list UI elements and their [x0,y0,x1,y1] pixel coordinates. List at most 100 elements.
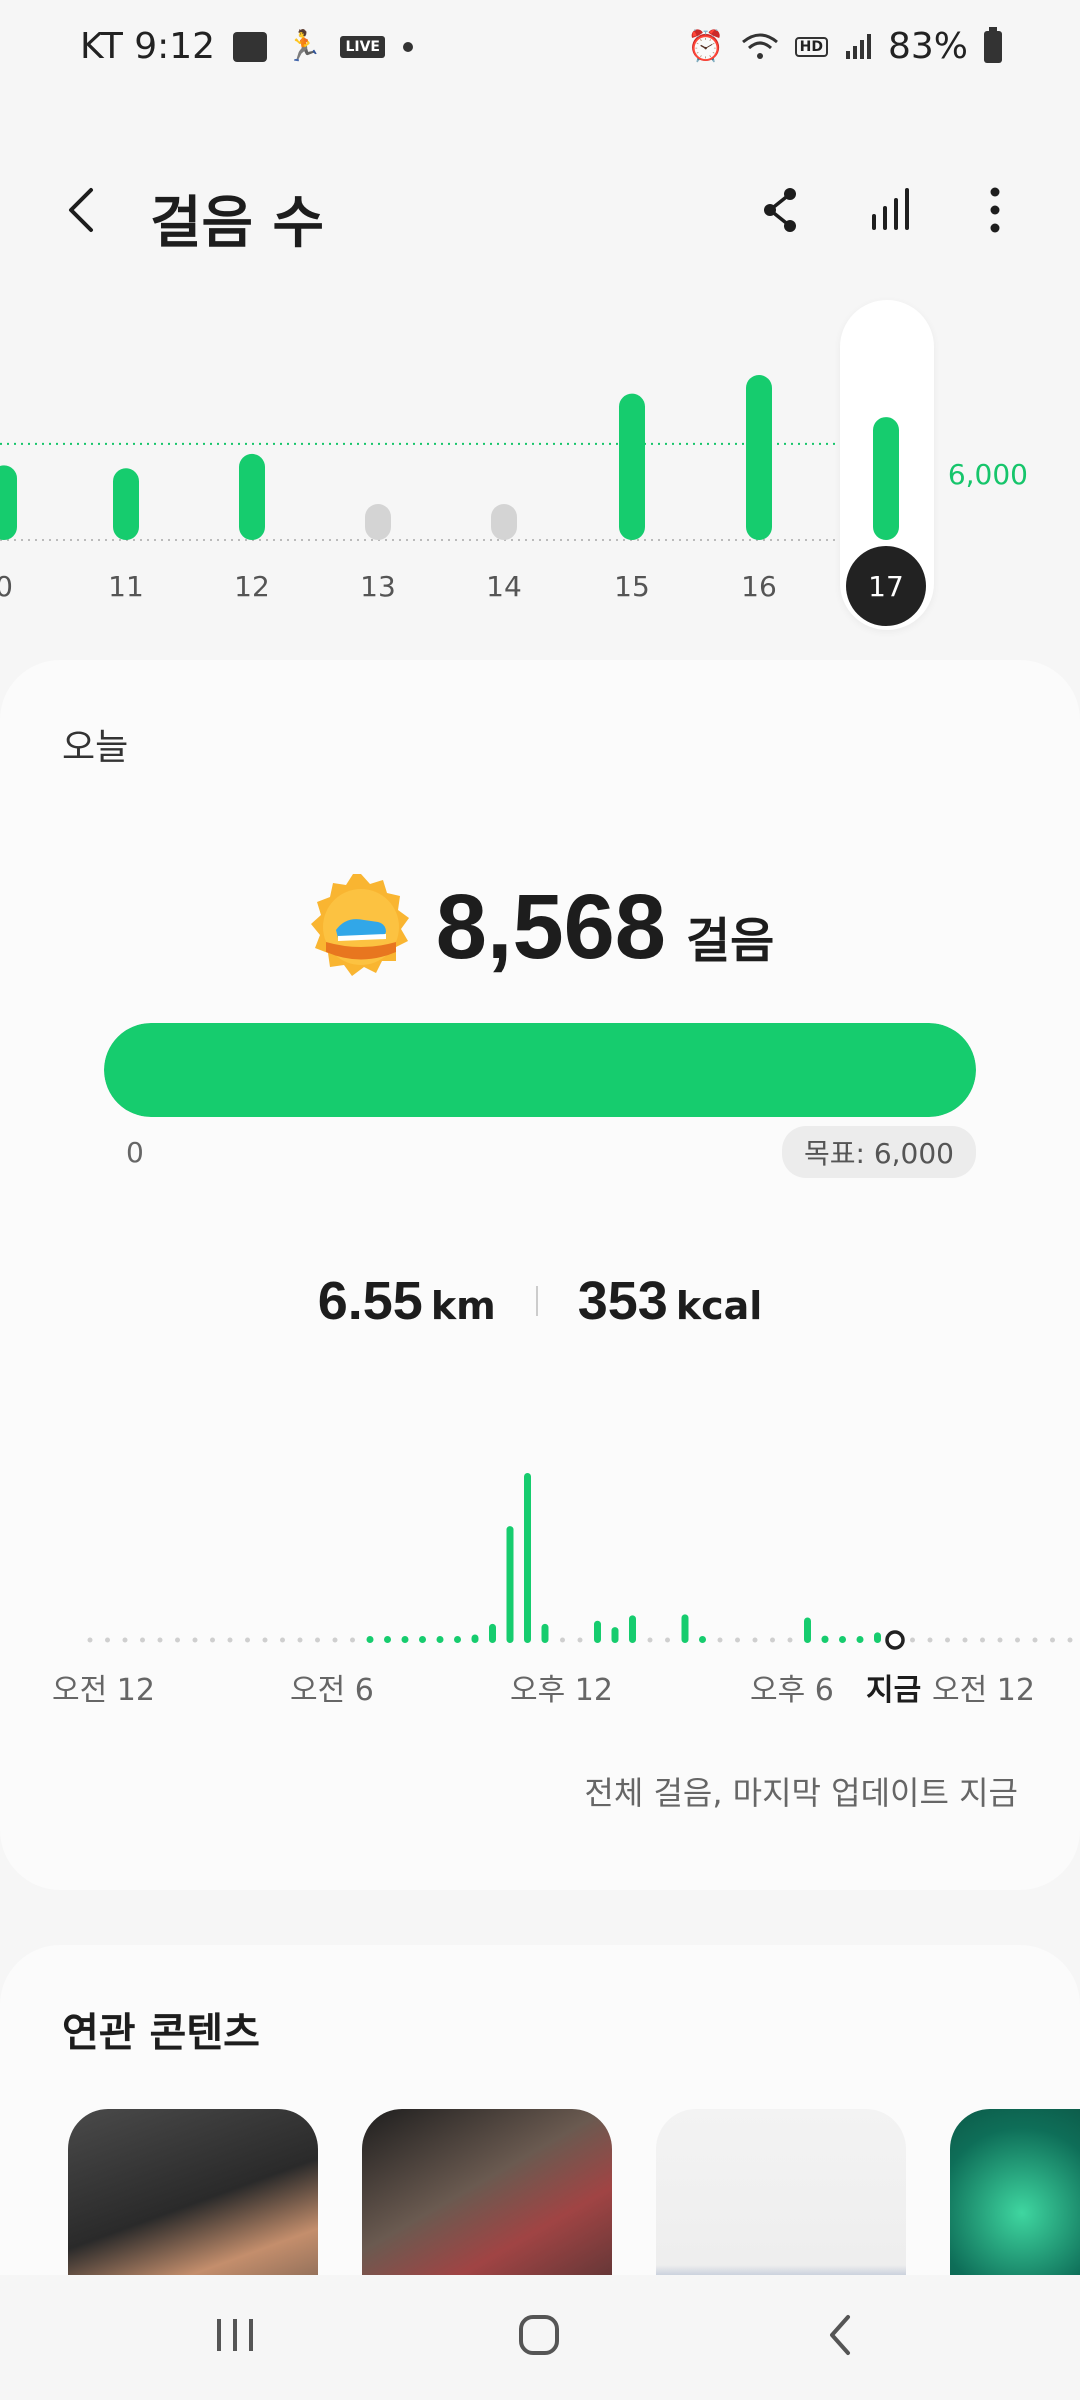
hourly-bar [681,1614,689,1643]
metrics-row: 6.55 km 353 kcal [0,1270,1080,1332]
week-bar [619,393,645,540]
empty-slot-dot [997,1637,1003,1643]
week-day-label: 17 [868,570,904,603]
week-day-label: 12 [234,570,270,603]
axis-label: 오전 12 [932,1673,1035,1708]
hourly-bar [506,1526,514,1643]
hourly-bar [489,1623,496,1643]
more-vertical-icon [990,187,1000,233]
distance-value: 6.55 [317,1271,423,1331]
app-header: 걸음 수 [0,160,1080,260]
week-day-label: 11 [108,570,144,603]
empty-slot-dot [280,1637,285,1643]
back-button[interactable] [55,180,115,240]
empty-slot-dot [770,1637,775,1643]
empty-slot-dot [157,1637,163,1643]
hourly-bar [611,1627,619,1643]
back-nav-button[interactable] [806,2305,876,2365]
week-day-label: 0 [0,570,13,603]
signal-icon [845,33,871,59]
alarm-icon: ⏰ [687,29,725,64]
more-button[interactable] [965,180,1025,240]
empty-slot-dot [735,1637,740,1643]
week-day-label: 14 [486,570,522,603]
hourly-bar [524,1473,531,1643]
empty-slot-dot [105,1637,110,1643]
empty-slot-dot [262,1637,268,1643]
related-thumbnail-3[interactable] [656,2109,906,2275]
week-bar [491,504,517,540]
last-update-text: 전체 걸음, 마지막 업데이트 지금 [584,1774,1018,1812]
week-day-label: 15 [614,570,650,603]
hourly-bar [384,1636,391,1643]
home-button[interactable] [504,2305,574,2365]
calories-metric: 353 kcal [578,1270,763,1332]
empty-slot-dot [315,1637,320,1643]
bar-chart-icon [872,188,909,230]
samsung-health-icon: 🏃 [285,29,323,64]
empty-slot-dot [717,1637,723,1643]
distance-unit: km [430,1284,496,1328]
empty-slot-dot [665,1637,670,1643]
axis-label: 오후 12 [510,1673,613,1708]
empty-slot-dot [175,1637,180,1643]
week-bar [365,504,391,540]
empty-slot-dot [962,1637,968,1643]
empty-slot-dot [332,1637,338,1643]
recent-apps-button[interactable] [200,2305,270,2365]
system-nav-bar [0,2275,1080,2400]
empty-slot-dot [1015,1637,1020,1643]
hd-voice-icon: HD [794,36,828,57]
week-day-label: 16 [741,570,777,603]
calories-value: 353 [577,1271,668,1331]
empty-slot-dot [122,1637,128,1643]
back-icon [69,188,93,232]
share-button[interactable] [750,180,810,240]
goal-pill[interactable]: 목표: 6,000 [781,1126,976,1178]
weekly-bars: 0 11 12 13 14 15 16 17 [0,375,926,626]
hourly-bar [839,1636,846,1643]
goal-line-label: 6,000 [947,458,1028,491]
axis-label: 오후 6 [750,1673,834,1708]
current-time-marker [885,1630,905,1650]
battery-percent: 83% [887,26,968,67]
empty-slot-dot [192,1637,198,1643]
empty-slot-dot [945,1637,950,1643]
hourly-bar [856,1636,864,1643]
wifi-icon [741,33,778,59]
axis-label-now: 지금 [866,1673,922,1708]
empty-slot-dot [752,1637,758,1643]
hourly-bar [629,1615,636,1643]
related-content-title: 연관 콘텐츠 [62,2010,260,2056]
steps-summary: 8,568 걸음 [0,872,1080,982]
achievement-badge-icon[interactable] [306,872,416,982]
empty-slot-dot [647,1637,653,1643]
back-nav-icon [830,2315,850,2355]
trends-button[interactable] [862,180,922,240]
empty-slot-dot [1032,1637,1038,1643]
week-day-label: 13 [360,570,396,603]
gallery-icon [233,31,268,62]
empty-slot-dot [87,1637,93,1643]
recent-apps-icon [217,2319,253,2351]
share-icon [764,188,796,232]
hourly-bar [419,1636,426,1643]
hourly-bar [699,1636,706,1643]
steps-progress-bar [104,1023,976,1117]
related-thumbnail-4[interactable] [950,2109,1080,2275]
empty-slot-dot [1067,1637,1073,1643]
related-thumbnail-2[interactable] [362,2109,612,2275]
weekly-steps-chart[interactable]: 0 11 12 13 14 15 16 17 6,000 [0,290,1080,640]
empty-slot-dot [210,1637,215,1643]
page-title: 걸음 수 [150,191,325,256]
related-content-card: 연관 콘텐츠 [0,1945,1080,2275]
empty-slot-dot [980,1637,985,1643]
empty-slot-dot [927,1637,933,1643]
related-thumbnail-1[interactable] [68,2109,318,2275]
week-bar [746,375,772,540]
carrier-time: KT 9:12 [80,26,216,67]
hourly-bar [541,1623,549,1643]
empty-slot-dot [1050,1637,1055,1643]
hourly-bar [804,1617,811,1643]
progress-start-label: 0 [126,1136,144,1169]
